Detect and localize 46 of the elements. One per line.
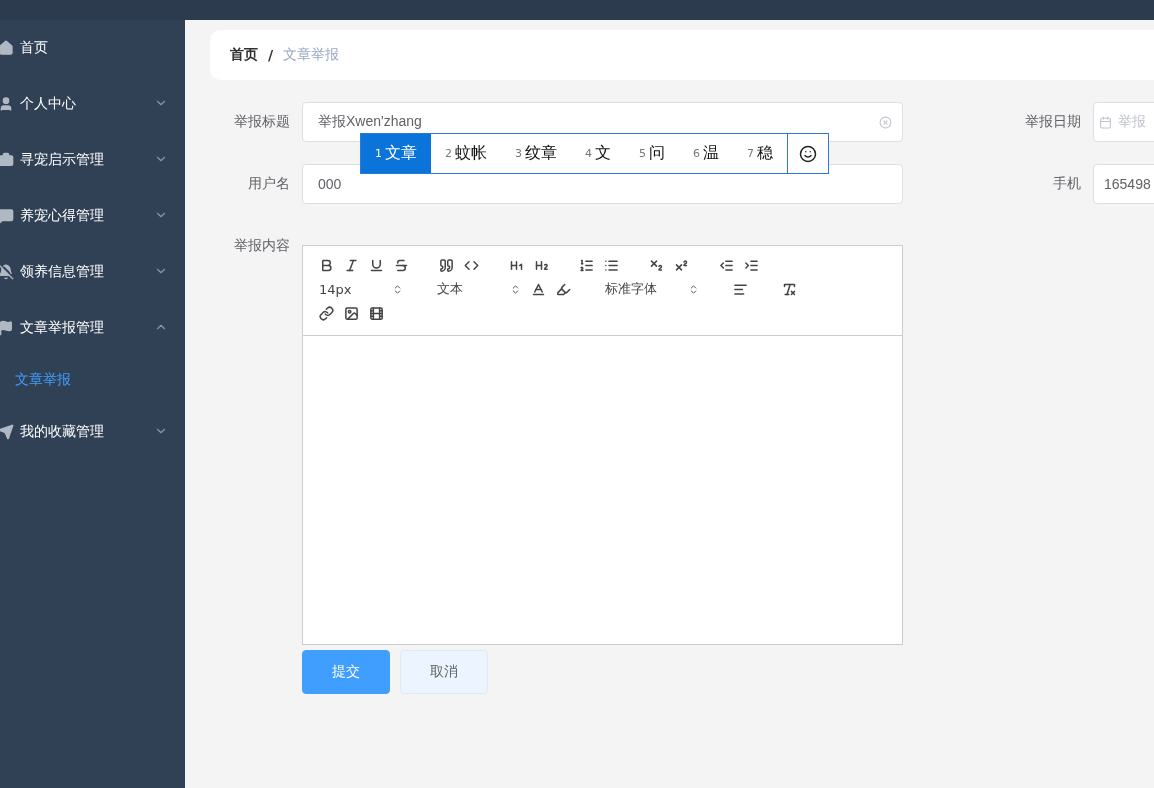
submenu-item[interactable]: 文章举报 [0, 356, 185, 404]
toolbar-select[interactable]: 文本 [437, 280, 521, 298]
sidebar-item[interactable]: 我的收藏管理 [0, 404, 185, 460]
field-label: 举报内容 [233, 237, 291, 255]
cancel-button[interactable]: 取消 [400, 650, 488, 694]
calendar-icon [1099, 115, 1112, 129]
toolbar-select[interactable]: 标准字体 [605, 280, 699, 298]
quote-icon[interactable] [439, 257, 454, 273]
breadcrumb-separator: / [268, 47, 274, 63]
align-icon[interactable] [733, 281, 748, 297]
sidebar-item[interactable]: 个人中心 [0, 76, 185, 132]
sidebar-item[interactable]: 领养信息管理 [0, 244, 185, 300]
toolbar-select[interactable]: 14px [319, 281, 403, 297]
rich-text-editor[interactable]: 14px 文本 标准字体 [302, 245, 903, 645]
link-icon[interactable] [319, 305, 334, 321]
indent-icon[interactable] [744, 257, 759, 273]
field-label: 举报标题 [233, 113, 291, 131]
phone-field[interactable]: 165498 [1093, 164, 1154, 204]
sidebar-item[interactable]: 文章举报管理 [0, 300, 185, 356]
ordered-list-icon[interactable] [579, 257, 594, 273]
image-icon[interactable] [344, 305, 359, 321]
field-label: 举报日期 [1024, 113, 1082, 131]
highlight-icon[interactable] [556, 281, 571, 297]
sidebar-item[interactable]: 首页 [0, 20, 185, 76]
sidebar-item[interactable]: 养宠心得管理 [0, 188, 185, 244]
ime-candidate[interactable]: 1 文章 [361, 134, 431, 173]
outdent-icon[interactable] [719, 257, 734, 273]
italic-icon[interactable] [344, 257, 359, 273]
smile-icon[interactable] [799, 144, 817, 163]
underline-icon[interactable] [369, 257, 384, 273]
clear-format-icon[interactable] [782, 281, 797, 297]
sidebar-item[interactable]: 寻宠启示管理 [0, 132, 185, 188]
field-label: 用户名 [247, 175, 291, 193]
font-color-icon[interactable] [531, 281, 546, 297]
sort-arrows-icon [510, 283, 521, 295]
strikethrough-icon[interactable] [394, 257, 409, 273]
subscript-icon[interactable] [649, 257, 664, 273]
sort-arrows-icon [688, 283, 699, 295]
breadcrumb-item: 文章举报 [283, 46, 340, 64]
field-label: 手机 [1052, 175, 1082, 193]
breadcrumb-item[interactable]: 首页 [230, 46, 258, 64]
bold-icon[interactable] [319, 257, 334, 273]
superscript-icon[interactable] [674, 257, 689, 273]
video-icon[interactable] [369, 305, 384, 321]
sort-arrows-icon [392, 283, 403, 295]
bullet-list-icon[interactable] [604, 257, 619, 273]
